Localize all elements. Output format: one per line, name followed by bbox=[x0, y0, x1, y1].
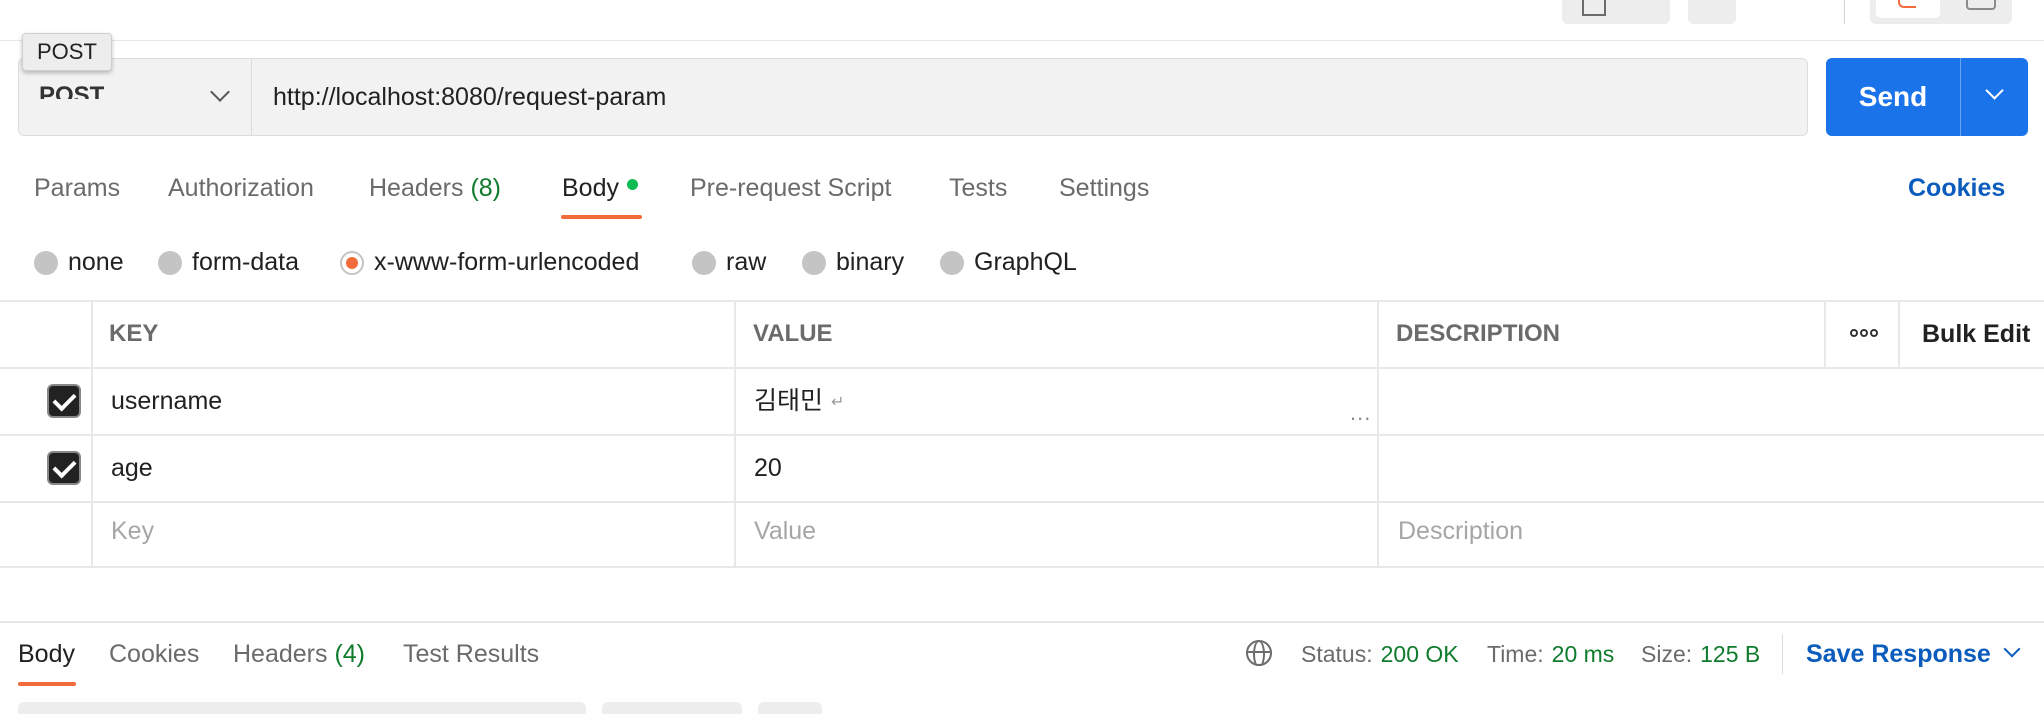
active-tab-underline bbox=[561, 215, 642, 219]
bulk-edit-button[interactable]: Bulk Edit bbox=[1922, 316, 2030, 352]
newline-return-icon: ↵ bbox=[831, 394, 845, 411]
top-toolbar bbox=[0, 0, 2044, 41]
url-input[interactable]: http://localhost:8080/request-param bbox=[273, 79, 666, 115]
params-table bbox=[0, 300, 2044, 568]
response-wrap-button[interactable] bbox=[758, 702, 822, 714]
table-border bbox=[0, 434, 2044, 436]
table-border bbox=[0, 566, 2044, 568]
send-label: Send bbox=[1858, 81, 1928, 112]
method-value: POST bbox=[39, 82, 105, 99]
column-header-description: DESCRIPTION bbox=[1396, 320, 1561, 347]
expand-value-button[interactable]: ... bbox=[1350, 400, 1371, 426]
response-active-underline bbox=[18, 682, 76, 686]
response-headers-count: (4) bbox=[334, 640, 366, 668]
radio-circle[interactable] bbox=[34, 251, 58, 275]
save-response-button[interactable]: Save Response bbox=[1806, 636, 2021, 672]
tab-headers[interactable]: Headers (8) bbox=[369, 170, 501, 206]
radio-graphql[interactable]: GraphQL bbox=[940, 244, 1090, 280]
table-border bbox=[0, 367, 2044, 369]
status-indicator[interactable]: Status: 200 OK bbox=[1301, 636, 1459, 672]
response-tab-body[interactable]: Body bbox=[18, 636, 75, 672]
view-toggle[interactable] bbox=[1870, 0, 2012, 24]
more-options-icon[interactable] bbox=[1850, 328, 1880, 340]
comment-icon[interactable] bbox=[1966, 0, 1996, 10]
row-value[interactable]: 20 bbox=[754, 450, 782, 486]
cookies-link[interactable]: Cookies bbox=[1908, 170, 2005, 206]
tab-params[interactable]: Params bbox=[34, 170, 120, 206]
radio-form-data[interactable]: form-data bbox=[158, 244, 318, 280]
column-header-value: VALUE bbox=[753, 320, 833, 347]
response-divider[interactable] bbox=[0, 621, 2044, 623]
radio-circle-selected[interactable] bbox=[340, 251, 364, 275]
radio-circle[interactable] bbox=[802, 251, 826, 275]
radio-x-www-form-urlencoded[interactable]: x-www-form-urlencoded bbox=[340, 244, 670, 280]
send-button[interactable]: Send bbox=[1826, 58, 2028, 136]
headers-count: (8) bbox=[470, 174, 502, 202]
radio-circle[interactable] bbox=[692, 251, 716, 275]
radio-binary[interactable]: binary bbox=[802, 244, 922, 280]
response-format-selector[interactable] bbox=[18, 702, 586, 714]
response-tab-cookies[interactable]: Cookies bbox=[109, 636, 199, 672]
column-divider bbox=[91, 300, 93, 568]
tab-body[interactable]: Body bbox=[562, 170, 638, 206]
column-divider bbox=[1898, 300, 1900, 368]
edit-icon[interactable] bbox=[1876, 0, 1940, 18]
send-divider bbox=[1960, 58, 1961, 136]
response-view-selector[interactable] bbox=[602, 702, 742, 714]
toolbar-divider bbox=[1844, 0, 1845, 24]
row-checkbox[interactable] bbox=[47, 451, 81, 485]
key-input-placeholder[interactable]: Key bbox=[111, 513, 154, 549]
column-divider bbox=[1824, 300, 1826, 368]
radio-raw[interactable]: raw bbox=[692, 244, 782, 280]
column-divider bbox=[1377, 300, 1379, 568]
row-key[interactable]: age bbox=[111, 450, 153, 486]
response-meta-divider bbox=[1782, 634, 1783, 674]
tab-tests[interactable]: Tests bbox=[949, 170, 1007, 206]
response-tab-headers[interactable]: Headers (4) bbox=[233, 636, 365, 672]
body-indicator-dot bbox=[626, 179, 638, 190]
radio-circle[interactable] bbox=[940, 251, 964, 275]
chevron-down-icon bbox=[2003, 640, 2021, 658]
row-checkbox[interactable] bbox=[47, 384, 81, 418]
description-input-placeholder[interactable]: Description bbox=[1398, 513, 1523, 549]
tab-authorization[interactable]: Authorization bbox=[168, 170, 314, 206]
method-tooltip: POST bbox=[22, 33, 112, 71]
size-indicator[interactable]: Size: 125 B bbox=[1641, 636, 1760, 672]
save-icon bbox=[1582, 0, 1606, 16]
row-key[interactable]: username bbox=[111, 383, 222, 419]
globe-icon[interactable] bbox=[1246, 640, 1272, 666]
send-options-chevron-icon[interactable] bbox=[1985, 81, 2004, 100]
chevron-down-icon bbox=[210, 82, 230, 102]
table-border bbox=[0, 501, 2044, 503]
tab-settings[interactable]: Settings bbox=[1059, 170, 1149, 206]
table-border bbox=[0, 300, 2044, 302]
response-tab-test-results[interactable]: Test Results bbox=[403, 636, 539, 672]
value-input-placeholder[interactable]: Value bbox=[754, 513, 816, 549]
save-button[interactable] bbox=[1562, 0, 1670, 24]
tab-pre-request-script[interactable]: Pre-request Script bbox=[690, 170, 891, 206]
column-header-key: KEY bbox=[109, 320, 159, 347]
time-indicator[interactable]: Time: 20 ms bbox=[1487, 636, 1614, 672]
save-menu-button[interactable] bbox=[1688, 0, 1736, 24]
row-value[interactable]: 김태민 ↵ bbox=[754, 383, 844, 421]
url-bar: POST http://localhost:8080/request-param bbox=[18, 58, 1808, 136]
column-divider bbox=[734, 300, 736, 568]
radio-none[interactable]: none bbox=[34, 244, 134, 280]
radio-circle[interactable] bbox=[158, 251, 182, 275]
